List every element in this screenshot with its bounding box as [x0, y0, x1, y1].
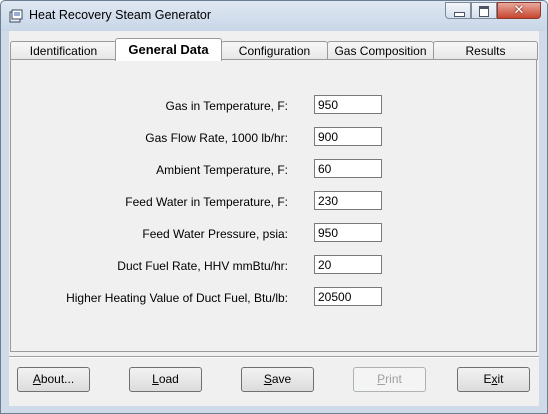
- load-label-rest: oad: [158, 372, 179, 386]
- app-icon: [9, 9, 23, 23]
- tab-identification[interactable]: Identification: [10, 41, 117, 60]
- close-button[interactable]: ✕: [497, 2, 541, 19]
- exit-button[interactable]: Exit: [457, 367, 530, 392]
- exit-label-rest: it: [497, 372, 504, 386]
- app-window: Heat Recovery Steam Generator ✕ Identifi…: [0, 0, 548, 414]
- ambient-temperature-field[interactable]: [314, 159, 382, 178]
- tab-gas-composition[interactable]: Gas Composition: [327, 41, 434, 60]
- general-data-panel: Gas in Temperature, F: Gas Flow Rate, 10…: [10, 59, 537, 352]
- tab-configuration[interactable]: Configuration: [221, 41, 328, 60]
- duct-fuel-rate-field[interactable]: [314, 255, 382, 274]
- tab-results[interactable]: Results: [433, 41, 538, 60]
- exit-label-prefix: E: [483, 372, 492, 386]
- save-label-rest: ave: [271, 372, 292, 386]
- gas-in-temperature-field[interactable]: [314, 95, 382, 114]
- about-label-rest: bout...: [40, 372, 75, 386]
- gas-flow-rate-label: Gas Flow Rate, 1000 lb/hr:: [145, 131, 288, 145]
- button-separator: [9, 356, 539, 358]
- load-mnemonic: L: [152, 372, 159, 386]
- maximize-button[interactable]: [471, 2, 497, 19]
- minimize-icon: [454, 12, 465, 17]
- tab-general-data[interactable]: General Data: [115, 38, 222, 61]
- load-button[interactable]: Load: [129, 367, 202, 392]
- save-mnemonic: S: [263, 372, 272, 386]
- print-button[interactable]: Print: [353, 367, 426, 392]
- save-button[interactable]: Save: [241, 367, 314, 392]
- duct-fuel-hhv-field[interactable]: [314, 287, 382, 306]
- print-label-rest: rint: [385, 372, 402, 386]
- window-title: Heat Recovery Steam Generator: [29, 8, 212, 22]
- feed-water-temperature-label: Feed Water in Temperature, F:: [125, 195, 288, 209]
- minimize-button[interactable]: [445, 2, 471, 19]
- gas-flow-rate-field[interactable]: [314, 127, 382, 146]
- tab-strip: Identification General Data Configuratio…: [9, 38, 539, 61]
- maximize-icon: [479, 6, 489, 17]
- client-area: Identification General Data Configuratio…: [9, 31, 539, 406]
- about-button[interactable]: About...: [17, 367, 90, 392]
- feed-water-pressure-label: Feed Water Pressure, psia:: [142, 227, 288, 241]
- gas-in-temperature-label: Gas in Temperature, F:: [165, 99, 289, 113]
- duct-fuel-hhv-label: Higher Heating Value of Duct Fuel, Btu/l…: [66, 291, 288, 305]
- ambient-temperature-label: Ambient Temperature, F:: [156, 163, 288, 177]
- print-mnemonic: P: [377, 372, 386, 386]
- caption-buttons: ✕: [445, 2, 541, 21]
- feed-water-temperature-field[interactable]: [314, 191, 382, 210]
- about-mnemonic: A: [32, 372, 41, 386]
- close-icon: ✕: [513, 3, 525, 18]
- feed-water-pressure-field[interactable]: [314, 223, 382, 242]
- title-bar[interactable]: Heat Recovery Steam Generator ✕: [1, 1, 547, 31]
- duct-fuel-rate-label: Duct Fuel Rate, HHV mmBtu/hr:: [117, 259, 288, 273]
